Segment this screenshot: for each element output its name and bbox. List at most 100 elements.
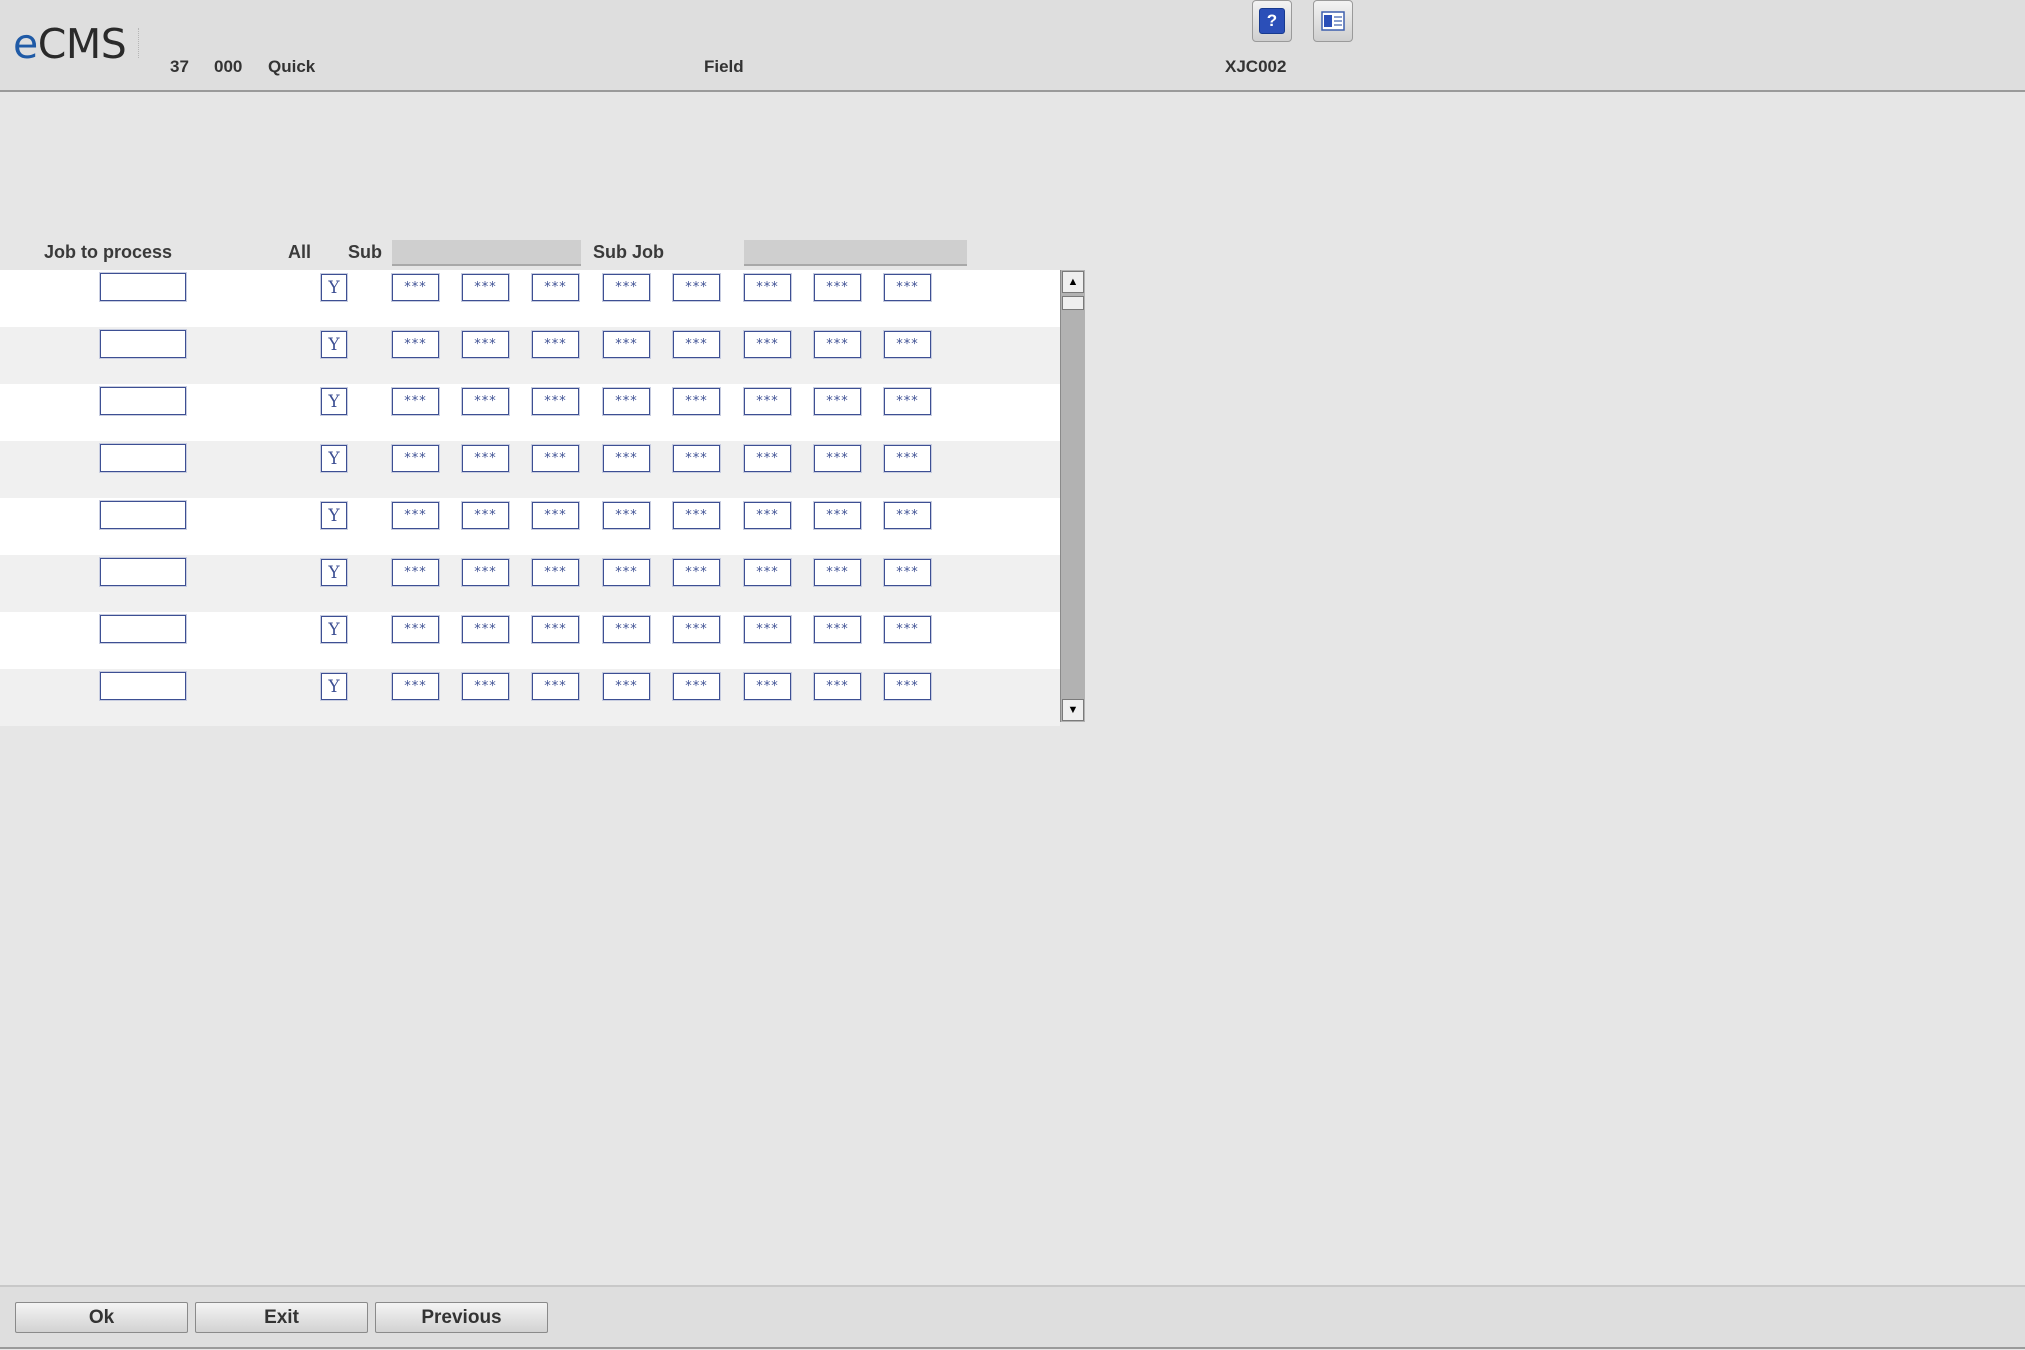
logo-divider [138,28,139,58]
sub-job-input[interactable]: *** [391,330,440,359]
all-flag-input[interactable]: Y [320,387,348,416]
job-to-process-input[interactable] [99,614,187,644]
help-button[interactable]: ? [1252,0,1292,42]
sub-job-input[interactable]: *** [813,672,862,701]
sub-job-input[interactable]: *** [883,558,932,587]
job-to-process-input[interactable] [99,443,187,473]
sub-job-input[interactable]: *** [743,501,792,530]
sub-job-input[interactable]: *** [813,273,862,302]
sub-job-input[interactable]: *** [743,444,792,473]
sub-job-input[interactable]: *** [461,501,510,530]
all-flag-input[interactable]: Y [320,558,348,587]
sub-job-input[interactable]: *** [391,615,440,644]
sub-job-input[interactable]: *** [461,387,510,416]
sub-job-input[interactable]: *** [672,615,721,644]
exit-button[interactable]: Exit [195,1302,368,1333]
sub-job-input[interactable]: *** [391,444,440,473]
sub-job-input[interactable]: *** [531,501,580,530]
sub-job-input[interactable]: *** [813,330,862,359]
sub-job-input[interactable]: *** [531,558,580,587]
table-row: Y *** *** *** *** *** *** *** *** [0,669,1060,726]
scroll-thumb[interactable] [1062,296,1084,310]
ok-button[interactable]: Ok [15,1302,188,1333]
all-flag-input[interactable]: Y [320,444,348,473]
sub-job-input[interactable]: *** [743,273,792,302]
sub-job-input[interactable]: *** [813,501,862,530]
export-icon [1321,11,1345,31]
sub-job-input[interactable]: *** [531,330,580,359]
job-to-process-input[interactable] [99,386,187,416]
sub-job-input[interactable]: *** [743,558,792,587]
table-row: Y *** *** *** *** *** *** *** *** [0,612,1060,669]
sub-job-input[interactable]: *** [672,330,721,359]
sub-job-input[interactable]: *** [672,501,721,530]
sub-job-input[interactable]: *** [602,387,651,416]
sub-job-input[interactable]: *** [883,273,932,302]
sub-job-input[interactable]: *** [531,444,580,473]
sub-job-input[interactable]: *** [672,672,721,701]
table-row: Y *** *** *** *** *** *** *** *** [0,555,1060,612]
job-to-process-input[interactable] [99,272,187,302]
scroll-down-button[interactable]: ▼ [1062,699,1084,721]
arrow-down-icon: ▼ [1067,704,1079,716]
sub-job-input[interactable]: *** [813,558,862,587]
sub-job-input[interactable]: *** [672,558,721,587]
sub-job-input[interactable]: *** [813,444,862,473]
sub-job-input[interactable]: *** [531,672,580,701]
table-row: Y *** *** *** *** *** *** *** *** [0,270,1060,327]
sub-job-input[interactable]: *** [883,672,932,701]
sub-job-input[interactable]: *** [672,273,721,302]
sub-job-input[interactable]: *** [602,501,651,530]
sub-job-input[interactable]: *** [391,672,440,701]
arrow-up-icon: ▲ [1067,276,1079,288]
sub-job-input[interactable]: *** [531,387,580,416]
sub-job-input[interactable]: *** [461,615,510,644]
sub-job-input[interactable]: *** [391,501,440,530]
sub-job-input[interactable]: *** [602,558,651,587]
sub-job-input[interactable]: *** [743,330,792,359]
all-flag-input[interactable]: Y [320,273,348,302]
sub-job-input[interactable]: *** [461,330,510,359]
sub-job-input[interactable]: *** [883,387,932,416]
grid-scrollbar[interactable]: ▲ ▼ [1060,270,1085,722]
all-flag-input[interactable]: Y [320,330,348,359]
all-flag-input[interactable]: Y [320,672,348,701]
job-to-process-input[interactable] [99,671,187,701]
sub-job-input[interactable]: *** [461,672,510,701]
scroll-up-button[interactable]: ▲ [1062,271,1084,293]
sub-job-input[interactable]: *** [883,330,932,359]
previous-button[interactable]: Previous [375,1302,548,1333]
sub-job-input[interactable]: *** [813,615,862,644]
job-to-process-input[interactable] [99,557,187,587]
sub-job-input[interactable]: *** [461,444,510,473]
sub-job-input[interactable]: *** [813,387,862,416]
program-id: XJC002 [1225,57,1287,76]
sub-job-input[interactable]: *** [391,558,440,587]
job-to-process-input[interactable] [99,329,187,359]
sub-job-input[interactable]: *** [461,273,510,302]
sub-job-input[interactable]: *** [883,615,932,644]
sub-job-input[interactable]: *** [602,672,651,701]
sub-header-bar [392,240,581,266]
sub-job-input[interactable]: *** [531,615,580,644]
export-button[interactable] [1313,0,1353,42]
job-to-process-input[interactable] [99,500,187,530]
sub-job-input[interactable]: *** [461,558,510,587]
all-flag-input[interactable]: Y [320,501,348,530]
sub-job-input[interactable]: *** [391,273,440,302]
sub-job-input[interactable]: *** [391,387,440,416]
sub-job-input[interactable]: *** [602,615,651,644]
sub-job-input[interactable]: *** [602,330,651,359]
sub-job-input[interactable]: *** [743,387,792,416]
sub-job-input[interactable]: *** [672,387,721,416]
sub-job-input[interactable]: *** [602,273,651,302]
all-flag-input[interactable]: Y [320,615,348,644]
job-grid: Y *** *** *** *** *** *** *** *** Y *** *** *** *** **… [0,270,1060,726]
sub-job-input[interactable]: *** [602,444,651,473]
sub-job-input[interactable]: *** [672,444,721,473]
sub-job-input[interactable]: *** [531,273,580,302]
sub-job-input[interactable]: *** [883,501,932,530]
sub-job-input[interactable]: *** [883,444,932,473]
sub-job-input[interactable]: *** [743,615,792,644]
sub-job-input[interactable]: *** [743,672,792,701]
